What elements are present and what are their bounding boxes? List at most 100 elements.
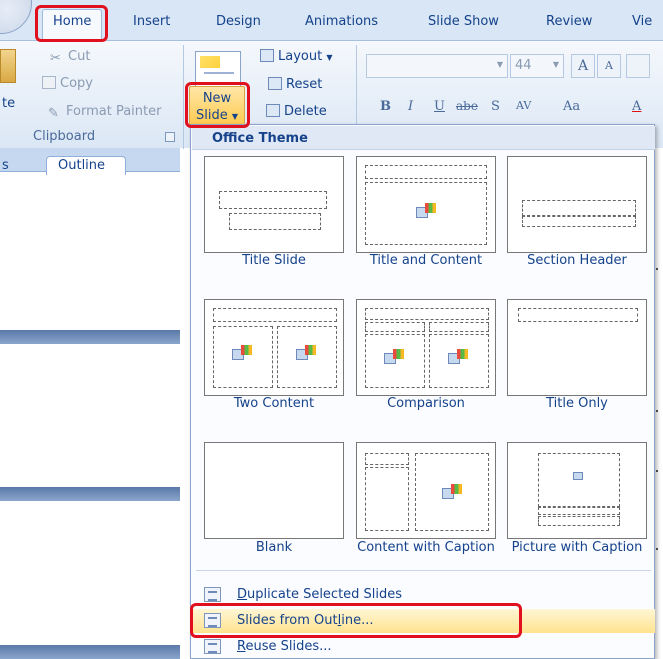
title-placeholder [213,308,337,322]
strikethrough-button[interactable]: abe [456,99,478,113]
outline-label-a: Slides from Out [237,613,338,628]
italic-button[interactable]: I [408,99,413,114]
office-button[interactable] [0,0,32,34]
content-placeholder [213,326,273,388]
tab-insert[interactable]: Insert [133,14,170,29]
content-placeholder [365,182,487,245]
cut-button[interactable]: ✂ Cut [50,49,91,66]
title-placeholder [538,507,620,515]
tab-home[interactable]: Home [42,9,103,40]
character-spacing-button[interactable]: AV [516,99,531,112]
underline-button[interactable]: U [434,99,445,114]
delete-slide-icon [266,104,280,117]
layout-title-and-content[interactable] [356,156,496,253]
layout-label: Title and Content [369,253,483,268]
layout-label: Picture with Caption [511,540,643,555]
content-icons-icon [232,345,254,360]
text-shadow-button[interactable]: S [491,99,500,114]
clipboard-dialog-launcher-icon[interactable] [165,132,175,142]
title-placeholder [522,200,636,216]
reset-icon [268,77,282,90]
slides-from-outline-item[interactable]: Slides from Outline... [192,609,655,633]
heading-placeholder [429,322,489,332]
duplicate-label: uplicate Selected Slides [247,587,403,602]
layout-label: Layout [278,49,323,64]
new-slide-dropdown-menu: Office Theme Title Slide Title and Conte… [190,124,655,659]
layout-label: Title Only [546,396,608,411]
layout-blank[interactable] [204,442,344,539]
reset-button[interactable]: Reset [268,77,322,92]
paintbrush-icon: ✎ [48,106,59,121]
title-placeholder [365,308,489,320]
reuse-label: euse Slides... [245,639,332,654]
delete-label: Delete [284,104,327,119]
copy-label: Copy [60,76,93,91]
tab-slides[interactable]: s [2,158,9,173]
delete-button[interactable]: Delete [266,104,327,119]
tab-view[interactable]: Vie [632,14,652,29]
title-placeholder [365,453,409,465]
shrink-font-button[interactable]: A [597,54,621,78]
paste-label[interactable]: te [2,96,15,111]
font-color-button[interactable]: A [632,99,641,114]
layout-comparison[interactable] [356,299,496,396]
duplicate-selected-slides-item[interactable]: Duplicate Selected Slides [192,583,655,607]
layout-content-with-caption[interactable] [356,442,496,539]
tab-slide-show[interactable]: Slide Show [428,14,499,29]
slide-edge-mark [656,470,658,472]
content-icons-icon [448,349,470,364]
slide-thumbnail-strip[interactable] [0,330,180,344]
tab-outline[interactable]: Outline [46,156,126,175]
duplicate-hotkey: D [237,587,248,602]
font-size-combobox[interactable]: 44 ▼ [510,54,564,78]
reuse-slides-item[interactable]: Reuse Slides... [192,635,655,659]
title-placeholder [518,308,638,322]
content-icons-icon [416,203,438,218]
slide-thumbnail-strip[interactable] [0,645,180,659]
new-slide-label-line1: New [202,91,232,106]
layout-title-slide[interactable] [204,156,344,253]
font-size-value: 44 [515,58,532,73]
content-icons-icon [442,484,464,499]
layout-picture-with-caption[interactable] [507,442,647,539]
cut-label: Cut [68,49,91,64]
scissors-icon: ✂ [50,51,61,66]
reuse-slides-icon [204,639,221,654]
subtitle-placeholder [229,213,321,230]
grow-font-button[interactable]: A [571,54,595,78]
group-separator [183,45,184,149]
tab-design[interactable]: Design [216,14,261,29]
layout-two-content[interactable] [204,299,344,396]
picture-placeholder [538,453,620,507]
slide-thumbnail-strip[interactable] [0,487,180,501]
layout-label: Comparison [387,396,465,411]
picture-icon [573,472,583,480]
reset-label: Reset [286,77,323,92]
format-painter-button[interactable]: ✎ Format Painter [48,104,161,121]
layout-title-only[interactable] [507,299,647,396]
layout-section-header[interactable] [507,156,647,253]
chevron-down-icon: ▼ [326,53,333,62]
chevron-down-icon: ▼ [496,60,503,69]
new-slide-thumbnail-icon[interactable] [195,51,241,89]
tab-animations[interactable]: Animations [305,14,378,29]
content-placeholder [415,453,489,531]
layout-button[interactable]: Layout ▼ [260,49,333,64]
layout-label: Content with Caption [357,540,495,555]
content-placeholder [277,326,337,388]
paste-icon[interactable] [0,49,16,83]
dropdown-arrow-icon: ▼ [231,112,239,121]
clear-formatting-button[interactable] [626,54,650,78]
font-name-combobox[interactable]: ▼ [366,54,508,78]
new-slide-label-line2: Slide ▼ [195,108,239,123]
content-icons-icon [296,345,318,360]
new-slide-button[interactable]: New Slide ▼ [189,86,245,128]
bold-button[interactable]: B [380,99,391,114]
content-icons-icon [384,349,406,364]
heading-placeholder [365,322,425,332]
layout-label: Two Content [233,396,315,411]
copy-button[interactable]: Copy [42,76,93,91]
outline-label-b: ine... [341,613,374,628]
tab-review[interactable]: Review [546,14,592,29]
change-case-button[interactable]: Aa [563,99,580,114]
